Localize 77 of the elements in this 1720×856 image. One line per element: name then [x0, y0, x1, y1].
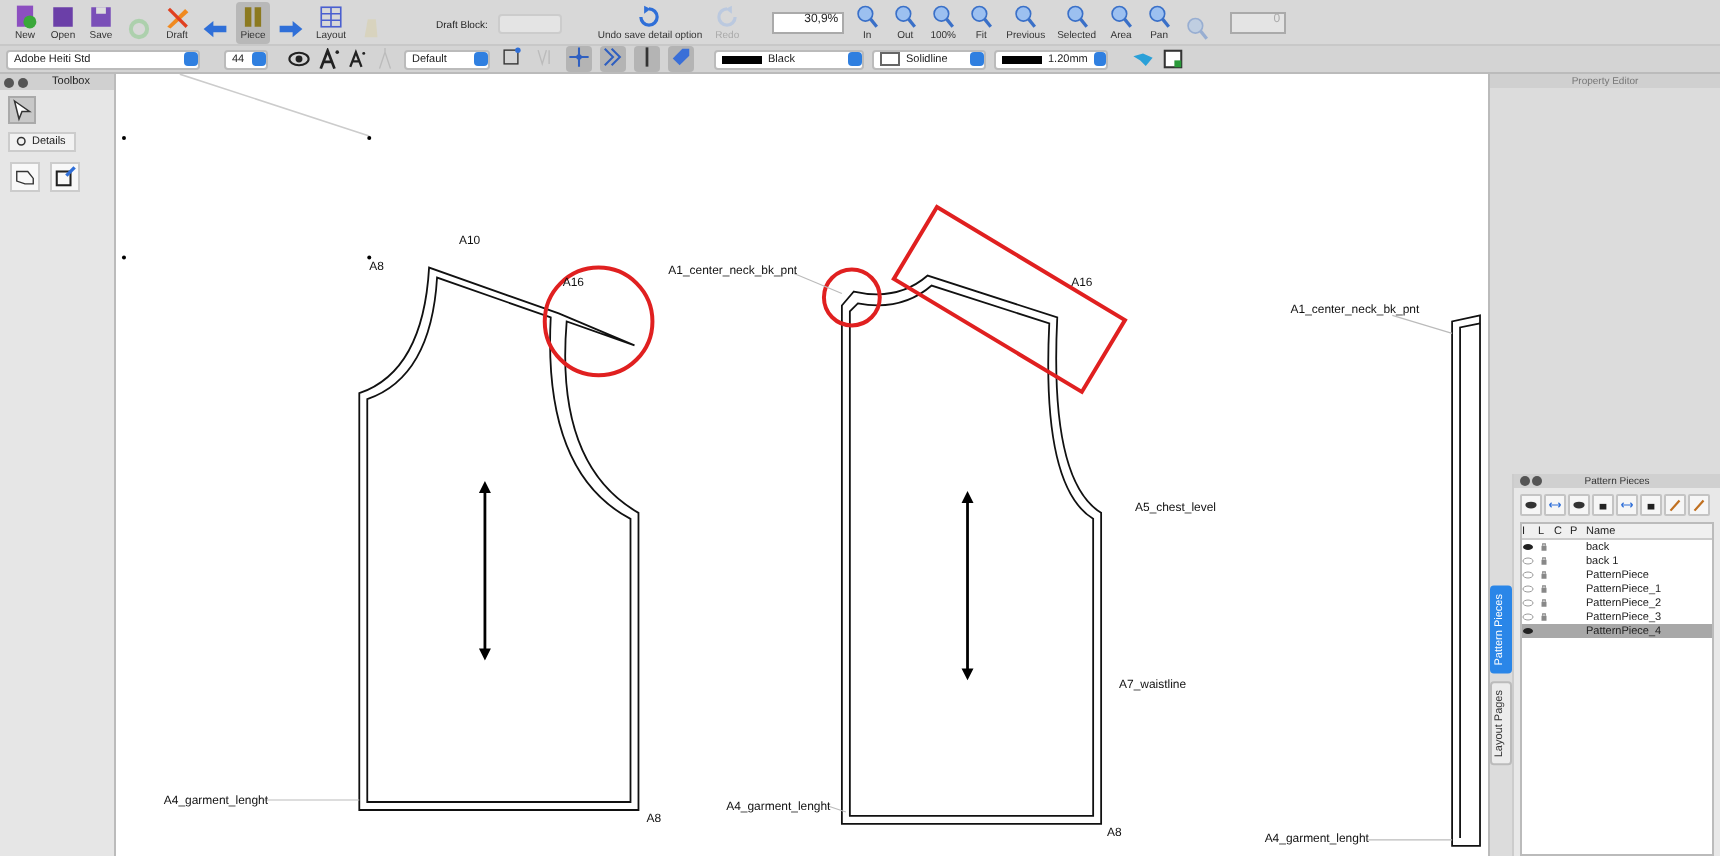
color-swatch	[722, 55, 762, 63]
folder-icon	[50, 4, 76, 30]
magnifier-icon	[968, 4, 995, 30]
edit-icon	[54, 166, 76, 188]
point-marker	[122, 135, 126, 140]
dropdown-arrow-icon	[474, 52, 488, 66]
close-dot-icon[interactable]	[1520, 476, 1530, 486]
left-arrow-icon	[202, 16, 228, 42]
pen-toggle-button[interactable]	[1688, 494, 1710, 516]
eye-icon[interactable]	[288, 48, 310, 70]
undo-arrow-icon	[636, 4, 663, 30]
dropdown-arrow-icon	[848, 52, 862, 66]
new-file-icon	[12, 4, 38, 30]
pointer-tool-button[interactable]	[8, 96, 36, 124]
arrows-toggle-button[interactable]	[1616, 494, 1638, 516]
lock-icon[interactable]	[1538, 584, 1550, 594]
cursor-arrow-icon	[10, 98, 34, 122]
dropdown-arrow-icon	[970, 52, 984, 66]
tool-toggle[interactable]	[600, 46, 626, 72]
crosshair-icon	[568, 46, 590, 68]
leader-line	[1391, 314, 1453, 334]
magnifier-icon	[930, 4, 957, 30]
eye-toggle-button[interactable]	[1568, 494, 1590, 516]
point-marker	[122, 255, 126, 260]
magnifier-icon	[1184, 16, 1211, 42]
piece-shape-icon	[14, 166, 36, 188]
line-width-swatch	[1002, 55, 1042, 63]
leader-line	[793, 272, 843, 295]
lock-icon[interactable]	[1538, 542, 1550, 552]
tool-toggle[interactable]	[566, 46, 592, 72]
point-icon	[500, 46, 522, 68]
highlight-circle	[542, 265, 655, 378]
tool-toggle[interactable]	[634, 46, 660, 72]
magnifier-icon	[1146, 4, 1173, 30]
magnifier-icon	[16, 136, 28, 148]
point-marker	[367, 135, 372, 140]
lock-icon[interactable]	[1538, 556, 1550, 566]
pencil-icon	[164, 4, 190, 30]
lock-toggle-button[interactable]	[1592, 494, 1614, 516]
point-marker	[367, 255, 372, 260]
leader-line	[827, 805, 847, 813]
close-dot-icon[interactable]	[4, 77, 14, 87]
eye-icon[interactable]	[1522, 626, 1534, 636]
magnifier-icon	[1108, 4, 1135, 30]
line-type-icon	[880, 52, 900, 66]
tool-toggle[interactable]	[668, 46, 694, 72]
leader-line	[262, 799, 360, 801]
lock-icon[interactable]	[1538, 612, 1550, 622]
eye-icon	[1522, 496, 1540, 514]
double-chevron-icon	[602, 46, 624, 68]
redo-arrow-icon	[714, 4, 741, 30]
magnifier-icon	[1012, 4, 1039, 30]
increase-font-icon[interactable]	[318, 48, 340, 70]
magnifier-icon	[1063, 4, 1090, 30]
dropdown-arrow-icon	[1093, 52, 1106, 66]
close-dot-icon[interactable]	[18, 77, 28, 87]
lock-icon[interactable]	[1538, 598, 1550, 608]
close-dot-icon[interactable]	[1532, 476, 1542, 486]
layout-icon	[318, 4, 344, 30]
decrease-font-icon[interactable]	[348, 48, 366, 70]
eye-icon	[1570, 496, 1588, 514]
eye-icon[interactable]	[1522, 542, 1534, 552]
highlight-circle	[821, 267, 882, 328]
dropdown-arrow-icon	[184, 52, 198, 66]
save-icon[interactable]	[1162, 48, 1184, 70]
leader-line	[1367, 839, 1453, 841]
eye-toggle-button[interactable]	[1520, 494, 1542, 516]
magnifier-icon	[854, 4, 881, 30]
magnifier-icon	[892, 4, 919, 30]
dropdown-arrow-icon	[252, 52, 266, 66]
arrows-toggle-button[interactable]	[1544, 494, 1566, 516]
edit-piece-button[interactable]	[50, 162, 80, 192]
piece-tool-button[interactable]	[10, 162, 40, 192]
lock-toggle-button[interactable]	[1640, 494, 1662, 516]
right-arrow-icon	[278, 16, 304, 42]
pen-toggle-button[interactable]	[1664, 494, 1686, 516]
lock-icon[interactable]	[1538, 570, 1550, 580]
